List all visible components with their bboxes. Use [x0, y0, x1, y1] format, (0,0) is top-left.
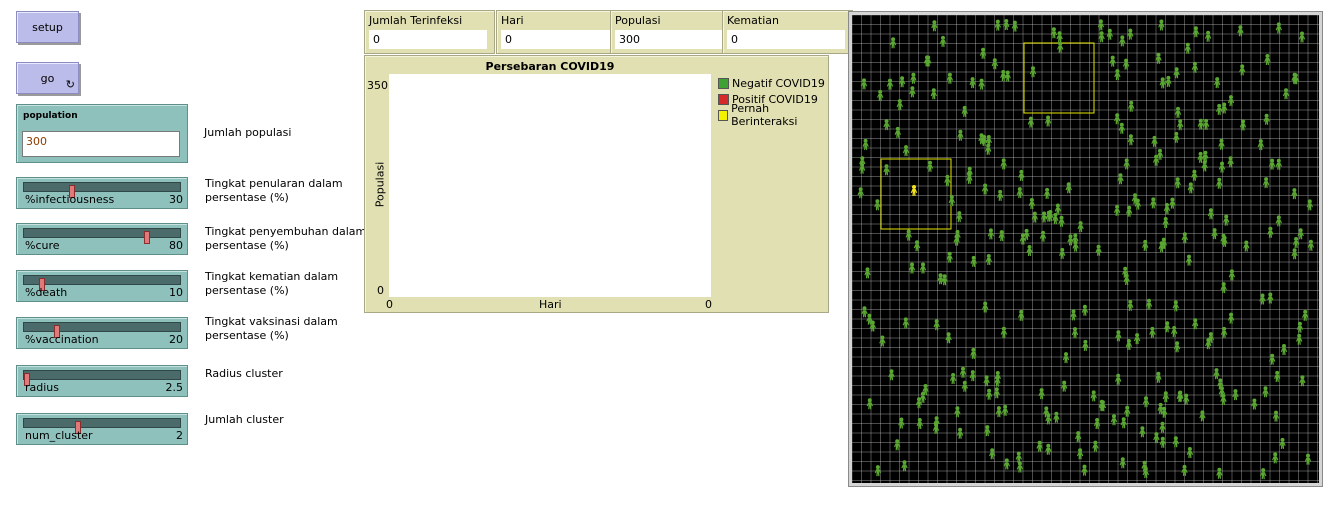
legend-label: Pernah Berinteraksi	[731, 102, 798, 128]
go-button[interactable]: go ↻	[16, 62, 79, 94]
plot-x-max: 0	[705, 298, 712, 311]
slider-track[interactable]	[23, 228, 181, 244]
slider-vaccination[interactable]: %vaccination 20	[16, 317, 188, 349]
slider-note: Jumlah cluster	[205, 413, 284, 427]
slider-value: 2	[176, 429, 183, 442]
slider-name: %cure	[25, 239, 60, 252]
plot-x-label: Hari	[539, 298, 562, 311]
monitor-label: Populasi	[615, 14, 661, 27]
slider-value: 20	[169, 333, 183, 346]
legend-label: Negatif COVID19	[732, 76, 825, 90]
monitor-deaths: Kematian 0	[722, 10, 853, 54]
slider-note-line2: persentase (%)	[205, 329, 289, 342]
setup-button-label: setup	[32, 20, 63, 34]
slider-note-line1: Tingkat kematian dalam	[205, 270, 339, 283]
go-button-label: go	[40, 71, 55, 85]
slider-note: Tingkat kematian dalam persentase (%)	[205, 270, 338, 298]
slider-radius[interactable]: radius 2.5	[16, 365, 188, 397]
slider-note-line2: persentase (%)	[205, 239, 289, 252]
slider-death[interactable]: %death 10	[16, 270, 188, 302]
legend-swatch	[718, 109, 729, 121]
monitor-value: 0	[369, 30, 487, 49]
slider-note: Tingkat penyembuhan dalam persentase (%)	[205, 225, 366, 253]
world-view[interactable]	[848, 11, 1323, 487]
legend-item-interacted: Pernah Berinteraksi	[718, 102, 828, 128]
slider-note: Tingkat vaksinasi dalam persentase (%)	[205, 315, 338, 343]
monitor-value: 0	[727, 30, 845, 49]
plot-area	[389, 74, 711, 297]
covid-plot: Persebaran COVID19 350 0 Populasi 0 Hari…	[364, 55, 829, 313]
monitor-label: Kematian	[727, 14, 779, 27]
slider-name: %vaccination	[25, 333, 99, 346]
population-note: Jumlah populasi	[204, 126, 292, 139]
slider-value: 10	[169, 286, 183, 299]
slider-value: 2.5	[165, 381, 184, 394]
slider-note-line1: Tingkat vaksinasi dalam	[205, 315, 338, 328]
plot-y-label: Populasi	[373, 161, 387, 208]
monitor-value: 300	[615, 30, 733, 49]
slider-cure[interactable]: %cure 80	[16, 223, 188, 255]
slider-name: num_cluster	[25, 429, 93, 442]
setup-button[interactable]: setup	[16, 11, 79, 43]
slider-value: 30	[169, 193, 183, 206]
legend-item-negative: Negatif COVID19	[718, 75, 828, 91]
slider-track[interactable]	[23, 182, 181, 198]
monitor-value: 0	[501, 30, 619, 49]
monitor-label: Jumlah Terinfeksi	[369, 14, 463, 27]
plot-x-min: 0	[386, 298, 393, 311]
plot-y-min: 0	[377, 284, 384, 297]
slider-note-line1: Radius cluster	[205, 367, 283, 380]
legend-swatch	[718, 93, 729, 105]
plot-title: Persebaran COVID19	[485, 60, 615, 73]
slider-note-line1: Tingkat penyembuhan dalam	[205, 225, 367, 238]
monitor-label: Hari	[501, 14, 524, 27]
population-input-box: population 300	[16, 104, 188, 163]
slider-num_cluster[interactable]: num_cluster 2	[16, 413, 188, 445]
plot-legend: Negatif COVID19 Positif COVID19 Pernah B…	[718, 75, 828, 128]
slider-note-line2: persentase (%)	[205, 191, 289, 204]
slider-knob[interactable]	[144, 231, 150, 244]
slider-note: Radius cluster	[205, 367, 283, 381]
forever-icon: ↻	[65, 78, 75, 91]
slider-track[interactable]	[23, 370, 181, 386]
monitor-day: Hari 0	[496, 10, 627, 54]
slider-infectiousness[interactable]: %infectiousness 30	[16, 177, 188, 209]
slider-name: radius	[25, 381, 60, 394]
slider-name: %death	[25, 286, 68, 299]
slider-note: Tingkat penularan dalam persentase (%)	[205, 177, 343, 205]
slider-note-line1: Tingkat penularan dalam	[205, 177, 343, 190]
slider-note-line2: persentase (%)	[205, 284, 289, 297]
world-canvas[interactable]	[852, 15, 1319, 483]
population-field[interactable]: 300	[22, 131, 180, 157]
slider-track[interactable]	[23, 275, 181, 291]
slider-track[interactable]	[23, 322, 181, 338]
slider-value: 80	[169, 239, 183, 252]
slider-name: %infectiousness	[25, 193, 115, 206]
slider-note-line1: Jumlah cluster	[205, 413, 284, 426]
slider-track[interactable]	[23, 418, 181, 434]
legend-swatch	[718, 77, 729, 89]
monitor-infected: Jumlah Terinfeksi 0	[364, 10, 495, 54]
population-label: population	[23, 111, 78, 121]
plot-y-max: 350	[367, 79, 388, 92]
